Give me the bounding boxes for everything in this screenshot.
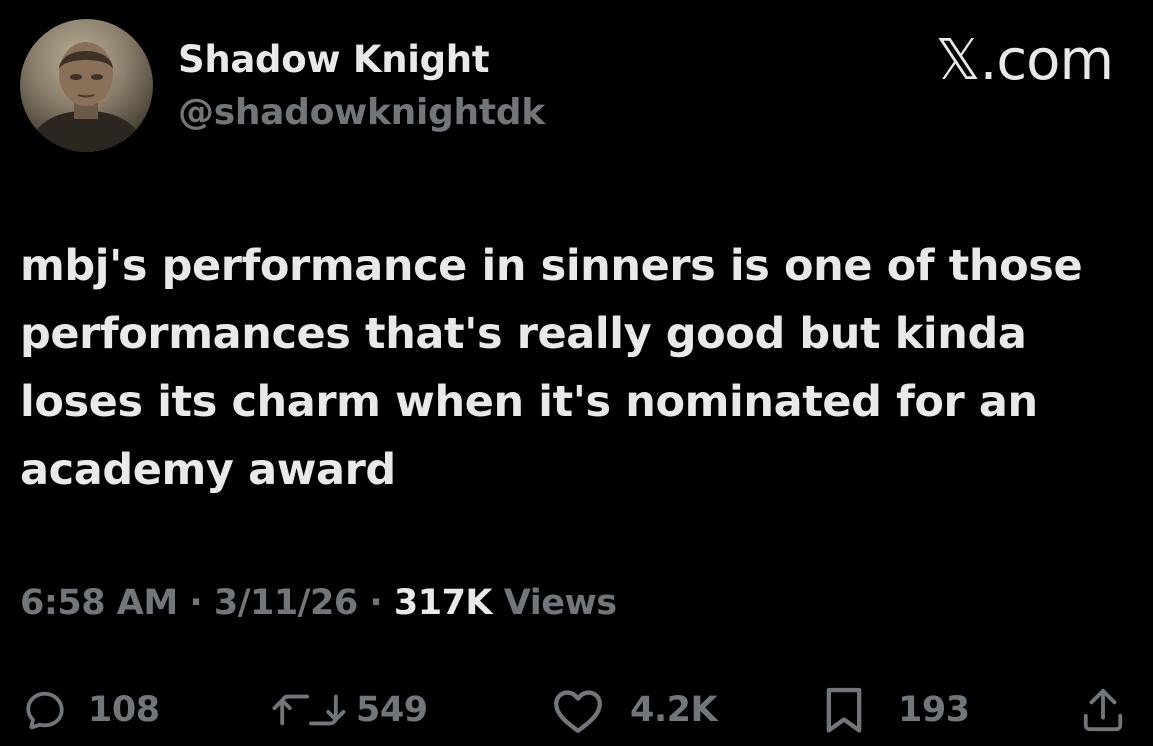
- meta-separator: ·: [369, 583, 383, 623]
- reply-button[interactable]: 108: [22, 680, 160, 740]
- tweet-text: mbj's performance in sinners is one of t…: [20, 241, 1083, 495]
- like-count: 4.2K: [630, 690, 718, 730]
- bookmark-button[interactable]: 193: [818, 680, 970, 740]
- reply-icon: [26, 691, 64, 730]
- tweet-meta: 6:58 AM · 3/11/26 · 317K Views: [20, 583, 617, 623]
- share-button[interactable]: [1080, 680, 1126, 740]
- bookmark-count: 193: [898, 690, 970, 730]
- author-handle[interactable]: @shadowknightdk: [178, 92, 545, 133]
- repost-button[interactable]: 549: [270, 680, 428, 740]
- reply-count: 108: [88, 690, 160, 730]
- views-label: Views: [503, 583, 617, 623]
- meta-separator: ·: [189, 583, 203, 623]
- action-bar: 108 549 4.2K 193: [0, 680, 1153, 740]
- views-count: 317K: [393, 583, 493, 623]
- avatar-photo: [25, 42, 148, 152]
- repost-count: 549: [356, 690, 428, 730]
- source-watermark: 𝕏.com: [935, 28, 1114, 93]
- heart-icon: [554, 690, 602, 733]
- tweet-time[interactable]: 6:58 AM: [20, 583, 178, 623]
- tweet-date[interactable]: 3/11/26: [214, 583, 358, 623]
- bookmark-icon: [826, 687, 862, 733]
- repost-icon: [272, 694, 346, 726]
- like-button[interactable]: 4.2K: [550, 680, 718, 740]
- avatar[interactable]: [20, 19, 153, 152]
- share-icon: [1083, 688, 1123, 732]
- author-display-name[interactable]: Shadow Knight: [178, 38, 490, 81]
